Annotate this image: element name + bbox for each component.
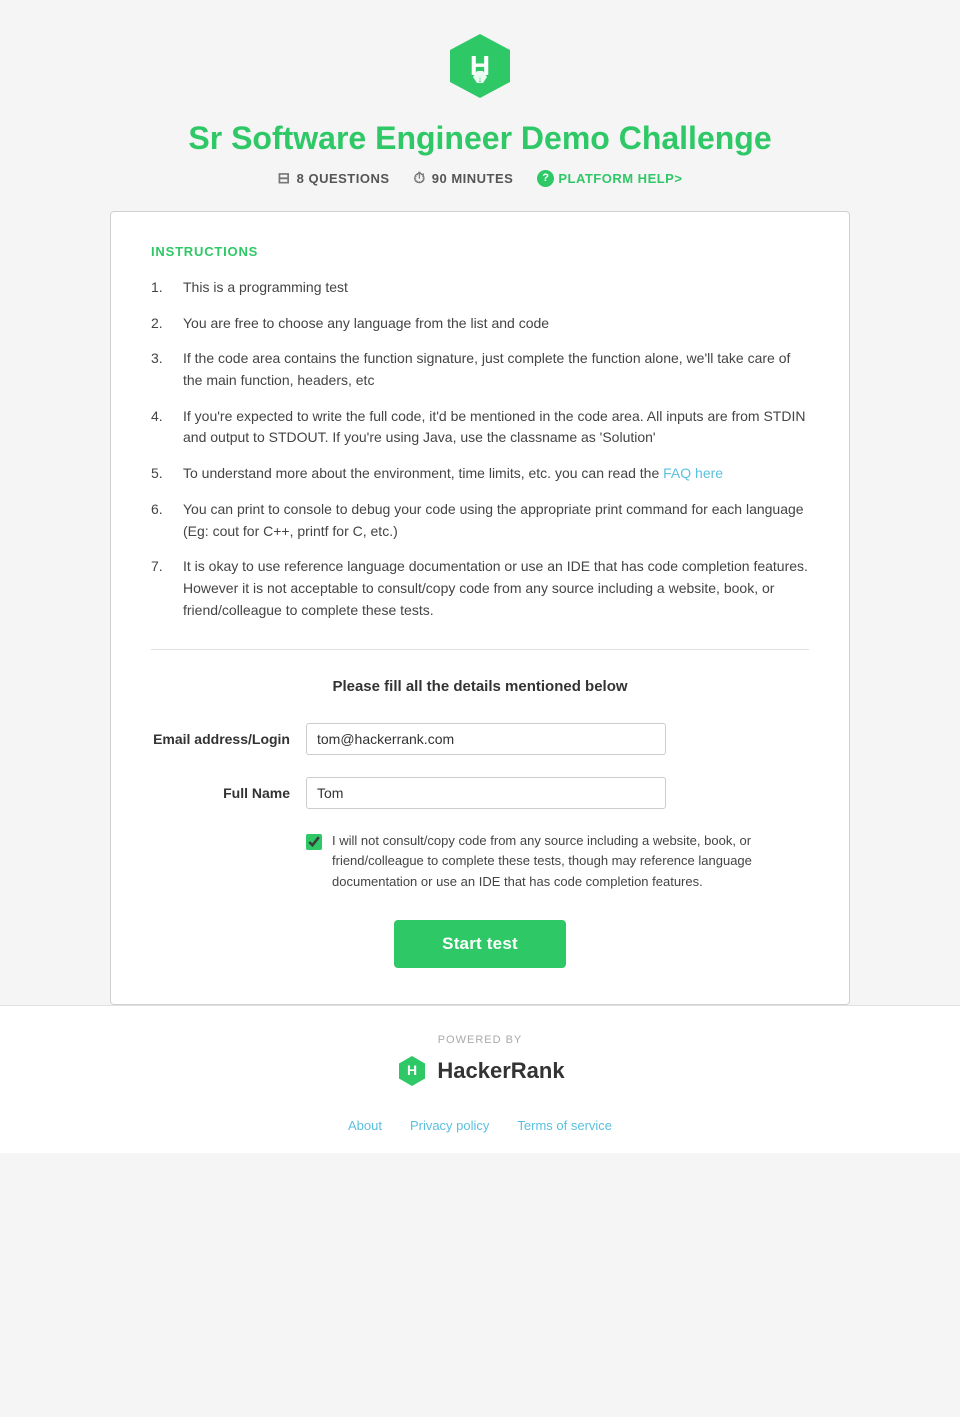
footer-powered: POWERED BY H HackerRank (0, 1005, 960, 1104)
terms-checkbox-row: I will not consult/copy code from any so… (306, 831, 809, 891)
footer-link-privacy[interactable]: Privacy policy (410, 1118, 489, 1133)
help-icon: ? (537, 170, 554, 187)
svg-text:H: H (407, 1062, 417, 1078)
time-meta: ⏱ 90 MINUTES (414, 170, 514, 187)
svg-text:↓: ↓ (478, 74, 483, 84)
instructions-title: INSTRUCTIONS (151, 244, 809, 259)
header: H ↓ Sr Software Engineer Demo Challenge … (110, 30, 850, 187)
list-item: 4. If you're expected to write the full … (151, 406, 809, 449)
email-form-group: Email address/Login (151, 723, 809, 755)
footer-link-terms[interactable]: Terms of service (517, 1118, 612, 1133)
footer-links: About Privacy policy Terms of service (0, 1104, 960, 1153)
questions-label: 8 QUESTIONS (297, 171, 390, 186)
list-item: 3. If the code area contains the functio… (151, 348, 809, 391)
platform-help-link[interactable]: ? PLATFORM HELP> (537, 170, 682, 187)
terms-checkbox[interactable] (306, 834, 322, 850)
clock-icon: ⏱ (414, 170, 426, 187)
main-card: INSTRUCTIONS 1. This is a programming te… (110, 211, 850, 1005)
questions-meta: ⊟ 8 QUESTIONS (278, 169, 390, 187)
footer-link-about[interactable]: About (348, 1118, 382, 1133)
fullname-label: Full Name (151, 777, 306, 801)
form-title: Please fill all the details mentioned be… (151, 678, 809, 695)
divider (151, 649, 809, 650)
minutes-label: 90 MINUTES (432, 171, 514, 186)
start-test-button[interactable]: Start test (394, 920, 566, 968)
list-item: 1. This is a programming test (151, 277, 809, 299)
powered-by-label: POWERED BY (0, 1034, 960, 1046)
platform-help-label: PLATFORM HELP> (558, 171, 682, 186)
list-item: 5. To understand more about the environm… (151, 463, 809, 485)
brand-name: HackerRank (437, 1058, 564, 1084)
email-field[interactable] (306, 723, 666, 755)
list-item: 7. It is okay to use reference language … (151, 556, 809, 621)
fullname-form-group: Full Name (151, 777, 809, 809)
hackerrank-logo-icon: H (395, 1054, 429, 1088)
email-label: Email address/Login (151, 723, 306, 747)
terms-checkbox-label: I will not consult/copy code from any so… (332, 831, 809, 891)
instructions-list: 1. This is a programming test 2. You are… (151, 277, 809, 621)
faq-link[interactable]: FAQ here (663, 465, 723, 481)
list-item: 6. You can print to console to debug you… (151, 499, 809, 542)
hackerrank-logo: H HackerRank (0, 1054, 960, 1088)
questions-icon: ⊟ (278, 169, 291, 187)
list-item: 2. You are free to choose any language f… (151, 313, 809, 335)
page-title: Sr Software Engineer Demo Challenge (110, 120, 850, 157)
page-wrapper: H ↓ Sr Software Engineer Demo Challenge … (90, 0, 870, 1005)
meta-bar: ⊟ 8 QUESTIONS ⏱ 90 MINUTES ? PLATFORM HE… (110, 169, 850, 187)
logo-hexagon: H ↓ (444, 30, 516, 102)
fullname-field[interactable] (306, 777, 666, 809)
